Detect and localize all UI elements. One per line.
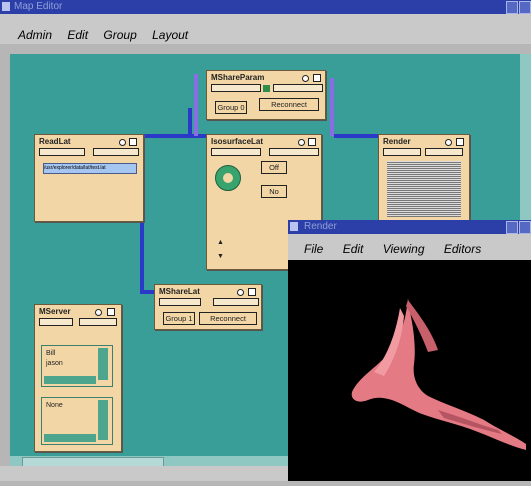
group-button[interactable]: Group 1 — [163, 312, 195, 325]
module-square-icon[interactable] — [456, 138, 464, 146]
output-port[interactable] — [93, 148, 139, 156]
menu-group[interactable]: Group — [103, 28, 136, 42]
render-thumbnail — [387, 161, 461, 217]
down-arrow-icon[interactable]: ▼ — [217, 253, 224, 260]
threshold-dial[interactable] — [215, 165, 241, 191]
module-square-icon[interactable] — [248, 288, 256, 296]
module-readlat[interactable]: ReadLat /usr/explorer/data/lat/test.lat — [34, 134, 144, 222]
window-title: Map Editor — [14, 1, 63, 12]
module-circle-icon[interactable] — [119, 139, 126, 146]
input-port[interactable] — [39, 318, 73, 326]
module-mshareparam[interactable]: MShareParam Group 0 Reconnect — [206, 70, 326, 120]
module-circle-icon[interactable] — [302, 75, 309, 82]
connected-indicator-icon — [263, 85, 270, 92]
menu-editors[interactable]: Editors — [444, 242, 481, 256]
module-render[interactable]: Render — [378, 134, 470, 222]
module-circle-icon[interactable] — [95, 309, 102, 316]
output-port[interactable] — [79, 318, 117, 326]
list-hscroll[interactable] — [44, 376, 96, 384]
isosurface-mesh — [351, 298, 526, 450]
module-square-icon[interactable] — [129, 138, 137, 146]
minimize-button[interactable] — [506, 221, 518, 234]
menu-viewing[interactable]: Viewing — [383, 242, 425, 256]
toggle-no-dropdown[interactable]: No — [261, 185, 287, 198]
group-button[interactable]: Group 0 — [215, 101, 247, 114]
module-msharelat[interactable]: MShareLat Group 1 Reconnect — [154, 284, 262, 330]
module-title: IsosurfaceLat — [211, 137, 264, 146]
reconnect-dropdown[interactable]: Reconnect — [259, 98, 319, 111]
menu-admin[interactable]: Admin — [18, 28, 52, 42]
input-port[interactable] — [211, 84, 261, 92]
module-title: MServer — [39, 307, 71, 316]
output-port[interactable] — [269, 148, 319, 156]
window-menu-icon[interactable] — [290, 222, 298, 231]
wire-mshareparam-left — [194, 74, 198, 136]
menu-layout[interactable]: Layout — [152, 28, 188, 42]
list-item[interactable]: None — [46, 402, 63, 409]
maximize-button[interactable] — [519, 221, 531, 234]
input-port[interactable] — [211, 148, 261, 156]
module-circle-icon[interactable] — [237, 289, 244, 296]
render-viewport[interactable] — [288, 260, 531, 481]
render-titlebar: Render — [288, 220, 531, 234]
input-port[interactable] — [39, 148, 85, 156]
wire-iso-mshareparam — [188, 108, 192, 136]
render-menubar: File Edit Viewing Editors — [288, 234, 531, 260]
module-title: MShareLat — [159, 287, 200, 296]
menu-edit[interactable]: Edit — [67, 28, 88, 42]
module-title: MShareParam — [211, 73, 265, 82]
maximize-button[interactable] — [519, 1, 531, 14]
reconnect-dropdown[interactable]: Reconnect — [199, 312, 257, 325]
module-title: ReadLat — [39, 137, 71, 146]
up-arrow-icon[interactable]: ▲ — [217, 239, 224, 246]
minimize-button[interactable] — [506, 1, 518, 14]
module-square-icon[interactable] — [107, 308, 115, 316]
file-path-input[interactable]: /usr/explorer/data/lat/test.lat — [43, 163, 137, 174]
module-square-icon[interactable] — [308, 138, 316, 146]
second-list[interactable]: None — [41, 397, 113, 445]
list-vscroll[interactable] — [98, 348, 108, 380]
render-window: Render File Edit Viewing Editors — [288, 220, 531, 481]
output-port[interactable] — [273, 84, 323, 92]
toggle-off-dropdown[interactable]: Off — [261, 161, 287, 174]
module-title: Render — [383, 137, 411, 146]
module-square-icon[interactable] — [313, 74, 321, 82]
wire-mshareparam-right — [330, 78, 334, 136]
list-item[interactable]: Bill — [46, 350, 55, 357]
module-circle-icon[interactable] — [445, 139, 452, 146]
list-item[interactable]: jason — [46, 360, 63, 367]
user-list[interactable]: Bill jason — [41, 345, 113, 387]
input-port[interactable] — [159, 298, 201, 306]
map-editor-titlebar: Map Editor — [0, 0, 531, 14]
module-circle-icon[interactable] — [298, 139, 305, 146]
map-editor-menubar: Admin Edit Group Layout — [0, 14, 531, 44]
output-port[interactable] — [213, 298, 259, 306]
window-menu-icon[interactable] — [2, 2, 10, 11]
output-port[interactable] — [425, 148, 463, 156]
menu-edit[interactable]: Edit — [343, 242, 364, 256]
module-mserver[interactable]: MServer Bill jason None — [34, 304, 122, 452]
list-hscroll[interactable] — [44, 434, 96, 442]
list-vscroll[interactable] — [98, 400, 108, 440]
window-title: Render — [304, 221, 337, 232]
wire-iso-render — [334, 134, 378, 138]
input-port[interactable] — [383, 148, 421, 156]
menu-file[interactable]: File — [304, 242, 323, 256]
